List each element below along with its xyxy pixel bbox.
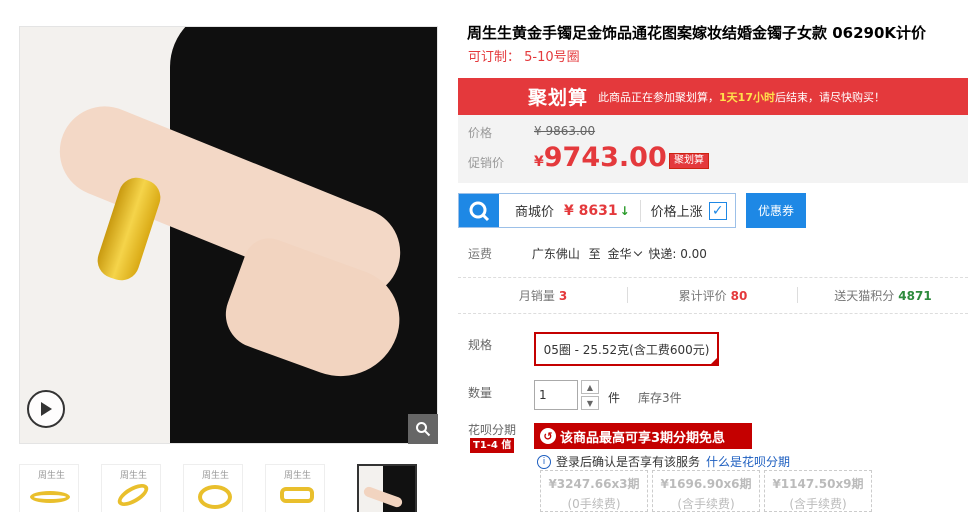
thumbnail[interactable]: 周生生 — [101, 464, 161, 512]
price-compare-logo-icon — [459, 194, 499, 227]
juhuasuan-logo: 聚划算 — [528, 87, 589, 109]
installment-banner: ↺ 该商品最高可享3期分期免息 — [534, 423, 752, 449]
price-rise-checkbox[interactable]: ✓ — [708, 201, 727, 220]
shipping-destination-select[interactable]: 金华 — [608, 247, 645, 261]
stat-label: 累计评价 — [678, 288, 727, 303]
product-title: 周生生黄金手镯足金饰品通花图案嫁妆结婚金镯子女款 06290K计价 — [467, 24, 927, 42]
price-down-icon: ↓ — [619, 203, 630, 218]
installment-banner-text: 该商品最高可享3期分期免息 — [560, 430, 726, 446]
stat-label: 送天猫积分 — [834, 288, 895, 303]
juhuasuan-text: 后结束，请尽快购买！ — [774, 90, 885, 104]
quantity-decrease-icon[interactable]: ▼ — [581, 396, 599, 410]
quantity-input[interactable]: 1 — [534, 380, 578, 410]
stat-value: 80 — [730, 288, 748, 303]
thumbnail-logo: 周生生 — [120, 471, 148, 481]
shipping-label: 运费 — [468, 247, 493, 261]
promo-price: ¥9743.00 — [534, 142, 667, 173]
price-rise-label: 价格上涨 — [650, 205, 703, 220]
stat-monthly-sales: 月销量 3 — [458, 286, 628, 304]
thumbnail-logo: 周生生 — [284, 471, 312, 481]
original-price-label: 价格 — [468, 126, 493, 140]
huabei-label: 花呗分期 — [468, 423, 517, 437]
plan-amount: ¥3247.66x3期 — [548, 477, 640, 491]
stat-reviews[interactable]: 累计评价 80 — [628, 286, 798, 304]
quantity-increase-icon[interactable]: ▲ — [581, 380, 599, 394]
shipping-row: 运费 广东佛山 至 金华 快递: 0.00 — [468, 245, 707, 262]
juhuasuan-notice: 此商品正在参加聚划算，1天17小时后结束，请尽快购买！ — [598, 89, 885, 105]
huabei-badge: T1-4 信 — [470, 438, 515, 453]
divider — [639, 199, 641, 222]
price-compare-widget[interactable]: 商城价 ¥ 8631 ↓ 价格上涨 ✓ — [458, 193, 736, 228]
shipping-to: 至 — [588, 247, 601, 261]
promo-tag: 聚划算 — [669, 153, 709, 169]
stat-value: 3 — [558, 288, 568, 303]
info-icon: i — [537, 454, 551, 469]
huabei-notice-text: 登录后确认是否享有该服务 — [556, 455, 701, 469]
installment-plan-option[interactable]: ¥1147.50x9期 (含手续费) — [764, 470, 872, 512]
bracelet-icon — [30, 491, 70, 503]
plan-fee: (含手续费) — [677, 497, 735, 511]
coupon-button[interactable]: 优惠券 — [746, 193, 806, 228]
stats-row: 月销量 3 累计评价 80 送天猫积分 4871 — [458, 278, 968, 312]
bracelet-icon — [280, 487, 314, 503]
divider — [458, 313, 968, 314]
interest-free-icon: ↺ — [540, 428, 556, 444]
mall-price: ¥ 8631 — [564, 202, 618, 219]
chevron-down-icon — [633, 247, 642, 257]
installment-plan-option[interactable]: ¥3247.66x3期 (0手续费) — [540, 470, 648, 512]
bracelet-icon — [114, 479, 152, 511]
original-price: ¥ 9863.00 — [534, 124, 596, 138]
huabei-notice: i 登录后确认是否享有该服务 什么是花呗分期 — [537, 453, 790, 470]
juhuasuan-banner[interactable]: 聚划算 此商品正在参加聚划算，1天17小时后结束，请尽快购买！ — [458, 78, 968, 115]
promo-price-value: 9743.00 — [543, 142, 667, 173]
plan-amount: ¥1147.50x9期 — [772, 477, 864, 491]
spec-option-selected[interactable]: 05圈 - 25.52克(含工费600元) — [534, 332, 719, 366]
stock-count: 库存3件 — [638, 391, 682, 405]
stat-label: 月销量 — [518, 288, 555, 303]
selected-corner-icon — [709, 356, 719, 366]
plan-amount: ¥1696.90x6期 — [660, 477, 752, 491]
mall-price-label: 商城价 — [515, 205, 555, 220]
spec-option-text: 05圈 - 25.52克(含工费600元) — [543, 342, 710, 357]
play-video-icon[interactable] — [27, 390, 65, 428]
thumbnail-strip: 周生生 周生生 周生生 周生生 — [19, 462, 429, 512]
product-subtitle: 可订制： 5-10号圈 — [468, 50, 580, 65]
main-product-image[interactable] — [19, 26, 438, 444]
bracelet-icon — [198, 485, 232, 509]
currency-symbol: ¥ — [534, 154, 544, 170]
quantity-unit: 件 — [608, 391, 621, 405]
huabei-help-link[interactable]: 什么是花呗分期 — [706, 453, 790, 470]
thumbnail[interactable]: 周生生 — [265, 464, 325, 512]
shipping-express: 快递: 0.00 — [648, 247, 707, 261]
stat-value: 4871 — [898, 288, 932, 303]
price-box: 价格 ¥ 9863.00 促销价 ¥9743.00 聚划算 — [458, 115, 968, 183]
installment-plan-option[interactable]: ¥1696.90x6期 (含手续费) — [652, 470, 760, 512]
stat-points: 送天猫积分 4871 — [798, 287, 968, 304]
plan-fee: (含手续费) — [789, 497, 847, 511]
zoom-icon[interactable] — [408, 414, 438, 444]
thumbnail-logo: 周生生 — [202, 471, 230, 481]
thumbnail[interactable]: 周生生 — [183, 464, 243, 512]
shipping-destination: 金华 — [607, 247, 632, 261]
juhuasuan-text: 此商品正在参加聚划算， — [598, 90, 720, 104]
shipping-origin: 广东佛山 — [531, 247, 580, 261]
quantity-label: 数量 — [468, 386, 493, 400]
spec-label: 规格 — [468, 338, 493, 352]
thumbnail-logo: 周生生 — [38, 471, 66, 481]
thumbnail-active[interactable] — [357, 464, 417, 512]
plan-fee: (0手续费) — [567, 497, 621, 511]
thumbnail[interactable]: 周生生 — [19, 464, 79, 512]
juhuasuan-countdown: 1天17小时 — [719, 90, 775, 104]
promo-price-label: 促销价 — [468, 156, 505, 170]
